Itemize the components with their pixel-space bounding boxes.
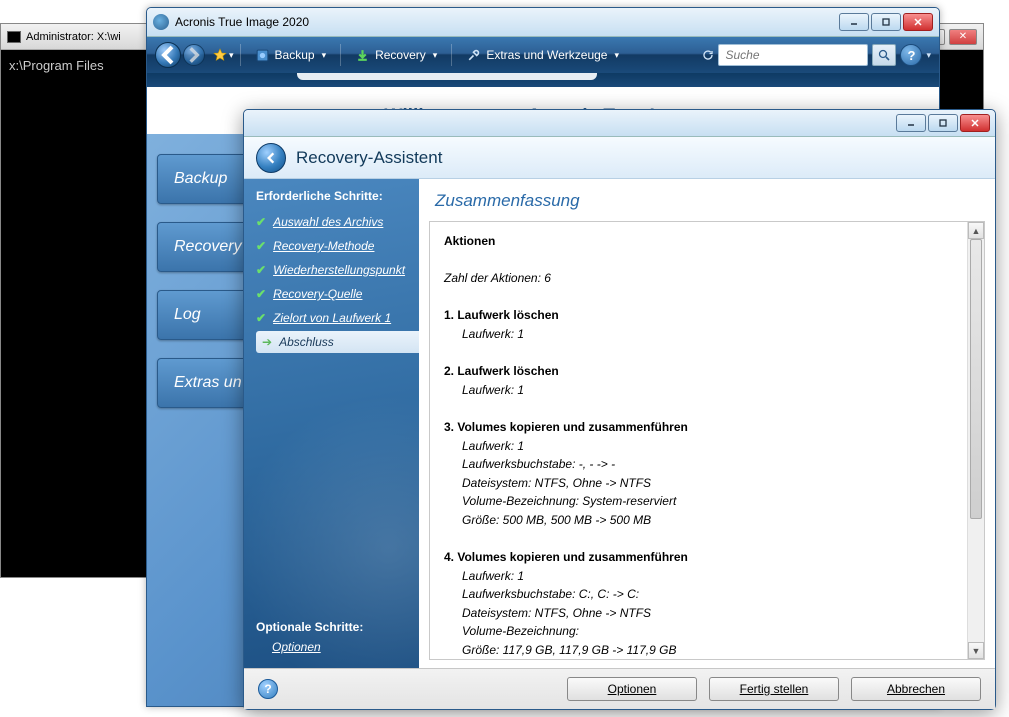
wizard-content: Zusammenfassung Aktionen Zahl der Aktion…	[419, 179, 995, 668]
maximize-button[interactable]	[928, 114, 958, 132]
summary-title: Zusammenfassung	[419, 179, 995, 221]
side-extras-label: Extras un	[174, 374, 242, 392]
recovery-wizard-dialog: Recovery-Assistent Erforderliche Schritt…	[243, 109, 996, 710]
action-3-line: Laufwerk: 1	[462, 439, 524, 453]
scroll-down-button[interactable]: ▼	[968, 642, 984, 659]
close-button[interactable]	[960, 114, 990, 132]
scroll-thumb[interactable]	[970, 239, 982, 519]
scroll-up-button[interactable]: ▲	[968, 222, 984, 239]
scrollbar[interactable]: ▲ ▼	[967, 222, 984, 659]
step-restorepoint[interactable]: ✔ Wiederherstellungspunkt	[256, 259, 419, 281]
console-prompt: x:\Program Files	[9, 58, 104, 73]
help-icon[interactable]: ?	[258, 679, 278, 699]
step-method[interactable]: ✔ Recovery-Methode	[256, 235, 419, 257]
wizard-header: Recovery-Assistent	[244, 137, 995, 179]
check-icon: ✔	[256, 239, 266, 253]
actions-count: Zahl der Aktionen: 6	[444, 271, 551, 285]
nav-forward-button[interactable]	[183, 44, 205, 66]
action-3-title: 3. Volumes kopieren und zusammenführen	[444, 420, 688, 434]
action-4-line: Laufwerksbuchstabe: C:, C: -> C:	[462, 587, 639, 601]
check-icon: ✔	[256, 263, 266, 277]
summary-box: Aktionen Zahl der Aktionen: 6 1. Laufwer…	[429, 221, 985, 660]
options-button[interactable]: Optionen	[567, 677, 697, 701]
magnifier-icon	[878, 49, 891, 62]
check-icon: ✔	[256, 287, 266, 301]
step-finish-label: Abschluss	[279, 335, 334, 349]
step-source-label[interactable]: Recovery-Quelle	[273, 287, 362, 301]
wizard-footer: ? Optionen Fertig stellen Abbrechen	[244, 668, 995, 709]
cancel-button[interactable]: Abbrechen	[851, 677, 981, 701]
step-method-label[interactable]: Recovery-Methode	[273, 239, 374, 253]
side-log-label: Log	[174, 306, 201, 324]
check-icon: ✔	[256, 311, 266, 325]
optional-options-link[interactable]: Optionen	[272, 640, 321, 654]
action-1-line: Laufwerk: 1	[462, 327, 524, 341]
tab-strip	[147, 73, 939, 87]
toolbar-backup-label: Backup	[275, 48, 315, 62]
actions-heading: Aktionen	[444, 234, 495, 248]
maximize-button[interactable]	[871, 13, 901, 31]
arrow-down-icon	[355, 48, 370, 63]
arrow-right-icon: ➔	[262, 335, 272, 349]
side-backup-label: Backup	[174, 170, 227, 188]
action-1-title: 1. Laufwerk löschen	[444, 308, 559, 322]
search-input[interactable]	[718, 44, 868, 66]
action-3-line: Volume-Bezeichnung: System-reserviert	[462, 494, 676, 508]
action-3-line: Dateisystem: NTFS, Ohne -> NTFS	[462, 476, 651, 490]
app-title: Acronis True Image 2020	[175, 15, 309, 29]
search-button[interactable]	[872, 44, 896, 66]
tools-icon	[466, 48, 481, 63]
toolbar-extras-label: Extras und Werkzeuge	[486, 48, 607, 62]
main-titlebar[interactable]: Acronis True Image 2020	[147, 8, 939, 37]
action-4-line: Größe: 117,9 GB, 117,9 GB -> 117,9 GB	[462, 643, 676, 657]
close-button[interactable]: ✕	[949, 29, 977, 45]
check-icon: ✔	[256, 215, 266, 229]
wizard-title: Recovery-Assistent	[296, 148, 442, 168]
wizard-titlebar[interactable]	[244, 110, 995, 137]
close-button[interactable]	[903, 13, 933, 31]
step-archive-label[interactable]: Auswahl des Archivs	[273, 215, 383, 229]
step-restorepoint-label[interactable]: Wiederherstellungspunkt	[273, 263, 405, 277]
step-target[interactable]: ✔ Zielort von Laufwerk 1	[256, 307, 419, 329]
optional-steps-title: Optionale Schritte:	[256, 620, 407, 634]
toolbar-extras[interactable]: Extras und Werkzeuge▾	[458, 44, 627, 67]
wizard-steps-sidebar: Erforderliche Schritte: ✔ Auswahl des Arc…	[244, 179, 419, 668]
step-target-label[interactable]: Zielort von Laufwerk 1	[273, 311, 391, 325]
action-4-line: Dateisystem: NTFS, Ohne -> NTFS	[462, 606, 651, 620]
action-2-title: 2. Laufwerk löschen	[444, 364, 559, 378]
minimize-button[interactable]	[896, 114, 926, 132]
side-recovery-label: Recovery	[174, 238, 242, 256]
summary-text: Aktionen Zahl der Aktionen: 6 1. Laufwer…	[430, 222, 967, 659]
action-4-line: Volume-Bezeichnung:	[462, 624, 579, 638]
cmd-icon	[7, 31, 21, 43]
minimize-button[interactable]	[839, 13, 869, 31]
step-finish[interactable]: ➔ Abschluss	[256, 331, 419, 353]
action-2-line: Laufwerk: 1	[462, 383, 524, 397]
refresh-icon[interactable]	[702, 49, 714, 61]
finish-button[interactable]: Fertig stellen	[709, 677, 839, 701]
action-4-line: Laufwerk: 1	[462, 569, 524, 583]
action-3-line: Laufwerksbuchstabe: -, - -> -	[462, 457, 615, 471]
console-title: Administrator: X:\wi	[26, 31, 121, 43]
wizard-back-button[interactable]	[256, 143, 286, 173]
action-3-line: Größe: 500 MB, 500 MB -> 500 MB	[462, 513, 651, 527]
toolbar-recovery-label: Recovery	[375, 48, 426, 62]
app-icon	[153, 14, 169, 30]
toolbar-backup[interactable]: Backup▾	[247, 44, 335, 67]
toolbar: ▾ Backup▾ Recovery▾ Extras und Werkzeuge…	[147, 37, 939, 73]
safe-icon	[255, 48, 270, 63]
toolbar-recovery[interactable]: Recovery▾	[347, 44, 445, 67]
nav-back-button[interactable]	[155, 42, 181, 68]
required-steps-title: Erforderliche Schritte:	[256, 189, 419, 203]
favorite-icon[interactable]	[213, 48, 227, 62]
action-4-title: 4. Volumes kopieren und zusammenführen	[444, 550, 688, 564]
help-button[interactable]: ?	[900, 44, 922, 66]
step-source[interactable]: ✔ Recovery-Quelle	[256, 283, 419, 305]
step-archive[interactable]: ✔ Auswahl des Archivs	[256, 211, 419, 233]
